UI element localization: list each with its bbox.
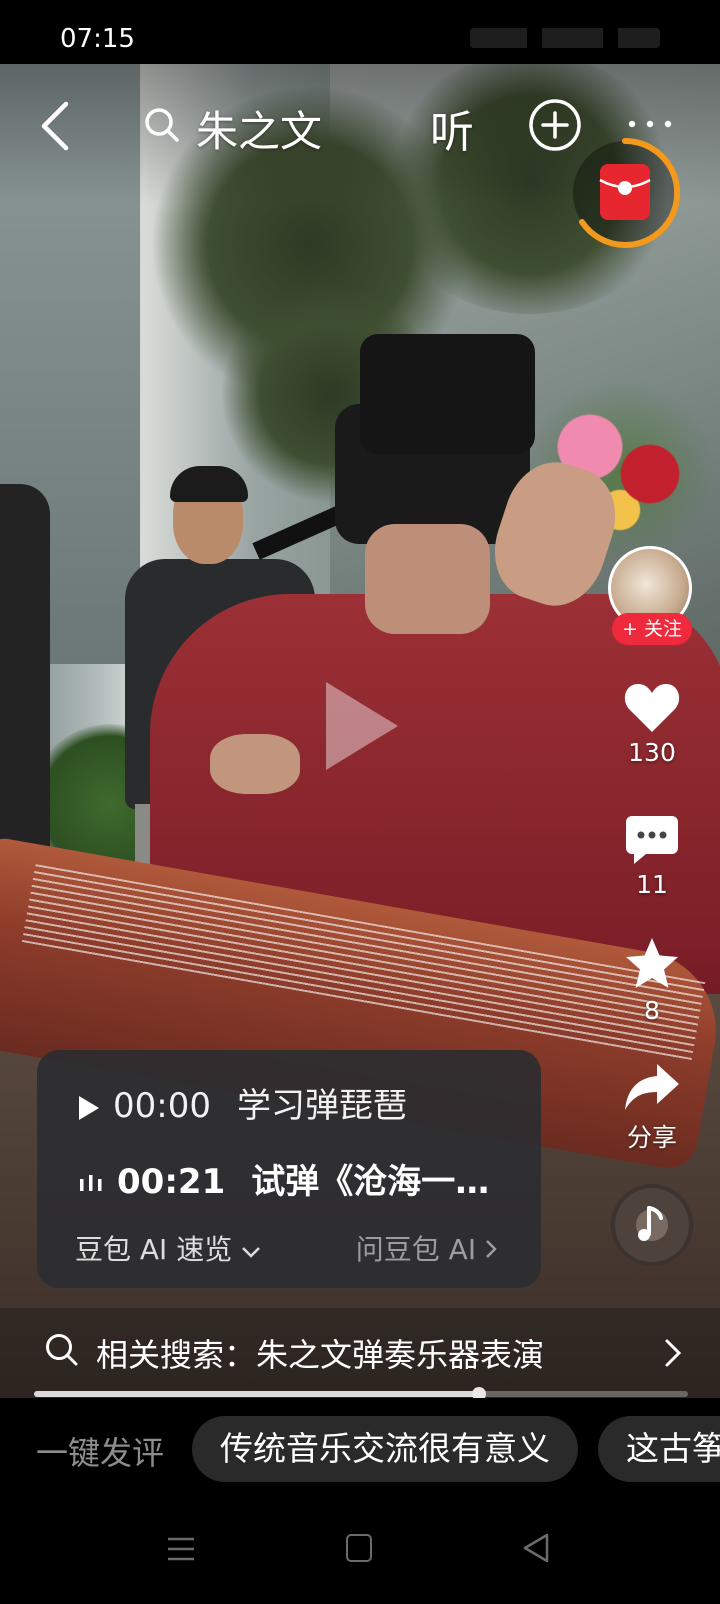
chapter-title: 试弹《沧海一…: [251, 1162, 490, 1202]
chapter-title: 学习弹琵琶: [236, 1086, 407, 1126]
home-icon[interactable]: [346, 1534, 372, 1562]
quick-comment-chip[interactable]: 传统音乐交流很有意义: [192, 1416, 578, 1482]
more-icon[interactable]: [626, 117, 674, 131]
related-search-bar[interactable]: 相关搜索：朱之文弹奏乐器表演: [0, 1308, 720, 1398]
ai-summary-toggle[interactable]: 豆包 AI 速览: [75, 1228, 261, 1268]
comment-bar: 一键发评 传统音乐交流很有意义 这古筝: [0, 1398, 720, 1498]
quick-comment-label[interactable]: 一键发评: [36, 1428, 164, 1474]
red-packet-icon[interactable]: [566, 134, 684, 252]
status-bar: 07:15: [0, 0, 720, 64]
comment-count: 11: [636, 870, 668, 899]
chevron-down-icon: [242, 1247, 261, 1258]
quick-comment-chip[interactable]: 这古筝: [598, 1416, 720, 1482]
chapter-time: 00:00: [113, 1086, 211, 1126]
favorite-button[interactable]: 8: [604, 936, 700, 1025]
progress-fill: [34, 1391, 479, 1397]
search-icon: [46, 1334, 78, 1366]
chevron-right-icon: [486, 1240, 497, 1258]
status-icons: [470, 28, 660, 48]
like-count: 130: [628, 738, 676, 767]
playing-bars-icon: [80, 1174, 102, 1191]
play-icon[interactable]: [326, 682, 398, 770]
comment-icon: [626, 816, 678, 864]
music-disc[interactable]: [611, 1184, 693, 1266]
related-search-text: 相关搜索：朱之文弹奏乐器表演: [96, 1336, 545, 1374]
share-label: 分享: [626, 1123, 677, 1152]
system-nav-bar: [0, 1498, 720, 1604]
chevron-right-icon: [665, 1339, 682, 1367]
share-icon: [625, 1064, 679, 1110]
back-icon[interactable]: [40, 100, 70, 152]
favorite-count: 8: [644, 996, 660, 1025]
listen-button[interactable]: 听: [430, 96, 474, 160]
video-progress-bar[interactable]: [34, 1387, 688, 1401]
ask-ai-label: 问豆包 AI: [355, 1233, 477, 1266]
ask-ai-link[interactable]: 问豆包 AI: [356, 1228, 497, 1268]
follow-button[interactable]: + 关注: [612, 613, 692, 645]
search-icon: [145, 108, 179, 142]
ai-chapter-card[interactable]: 00:00 学习弹琵琶 00:21 试弹《沧海一… 豆包 AI 速览 问豆包 AI: [37, 1050, 541, 1288]
comment-button[interactable]: 11: [604, 812, 700, 899]
like-button[interactable]: 130: [604, 680, 700, 767]
chapter-time: 00:21: [117, 1162, 226, 1202]
search-query[interactable]: 朱之文: [196, 98, 322, 159]
music-icon: [638, 1206, 663, 1241]
status-time: 07:15: [60, 24, 135, 54]
heart-icon: [624, 684, 680, 732]
ai-summary-label: 豆包 AI 速览: [75, 1233, 233, 1266]
star-icon: [626, 938, 678, 988]
chapter-item-active[interactable]: 00:21 试弹《沧海一…: [79, 1154, 489, 1203]
share-button[interactable]: 分享: [604, 1062, 700, 1154]
nav-back-icon[interactable]: [522, 1532, 550, 1564]
menu-icon[interactable]: [166, 1534, 196, 1564]
chapter-item[interactable]: 00:00 学习弹琵琶: [79, 1078, 407, 1127]
play-icon: [79, 1095, 99, 1120]
